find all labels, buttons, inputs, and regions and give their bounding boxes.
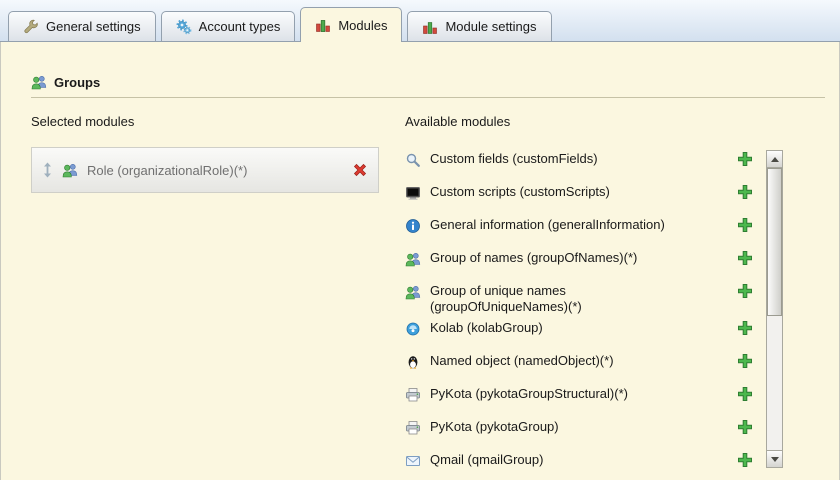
tab-label: Module settings xyxy=(445,19,537,34)
tab-modules[interactable]: Modules xyxy=(300,7,403,42)
available-module-row: Group of unique names (groupOfUniqueName… xyxy=(405,279,753,316)
available-module-row: Kolab (kolabGroup) xyxy=(405,316,753,349)
available-module-row: PyKota (pykotaGroup) xyxy=(405,415,753,448)
terminal-icon xyxy=(405,185,421,201)
available-modules-heading: Available modules xyxy=(405,114,511,129)
module-label: Group of unique names (groupOfUniqueName… xyxy=(430,283,582,315)
available-module-row: Group of names (groupOfNames)(*) xyxy=(405,246,753,279)
available-module-row: Qmail (qmailGroup) xyxy=(405,448,753,481)
tab-label: Account types xyxy=(198,19,281,34)
groups-section-header: Groups xyxy=(31,74,825,98)
tab-label: General settings xyxy=(46,19,141,34)
modules-icon xyxy=(315,17,331,33)
available-module-row: Custom scripts (customScripts) xyxy=(405,180,753,213)
mail-icon xyxy=(405,453,421,469)
add-module-button[interactable] xyxy=(737,320,753,336)
module-label: Custom fields (customFields) xyxy=(430,151,598,166)
group-icon xyxy=(31,74,47,90)
content-panel: Groups Selected modules Role (organizati… xyxy=(0,42,840,480)
tab-bar: General settings Account types Modules M… xyxy=(0,0,840,42)
gears-icon xyxy=(176,19,192,35)
selected-module-row[interactable]: Role (organizationalRole)(*) xyxy=(31,147,379,193)
arrow-up-icon xyxy=(770,156,779,162)
magnifier-icon xyxy=(405,152,421,168)
module-label: PyKota (pykotaGroupStructural)(*) xyxy=(430,385,628,401)
selected-modules-heading: Selected modules xyxy=(31,114,135,129)
module-label: Kolab (kolabGroup) xyxy=(430,319,543,335)
section-title: Groups xyxy=(54,74,101,90)
available-module-row: PyKota (pykotaGroupStructural)(*) xyxy=(405,382,753,415)
penguin-icon xyxy=(405,354,421,370)
available-module-row: General information (generalInformation) xyxy=(405,213,753,246)
printer-icon xyxy=(405,420,421,436)
available-modules-list: Custom fields (customFields) Custom scri… xyxy=(405,147,783,481)
add-module-button[interactable] xyxy=(737,151,753,167)
module-label: PyKota (pykotaGroup) xyxy=(430,418,559,434)
module-label: Named object (namedObject)(*) xyxy=(430,352,614,368)
modules-icon xyxy=(422,19,438,35)
drag-handle-icon[interactable] xyxy=(42,162,53,178)
available-module-row: Custom fields (customFields) xyxy=(405,147,753,180)
scroll-down-button[interactable] xyxy=(767,450,782,467)
selected-module-label: Role (organizationalRole)(*) xyxy=(87,162,248,178)
module-label: General information (generalInformation) xyxy=(430,217,665,232)
add-module-button[interactable] xyxy=(737,419,753,435)
printer-icon xyxy=(405,387,421,403)
scroll-up-button[interactable] xyxy=(767,151,782,168)
tab-general-settings[interactable]: General settings xyxy=(8,11,156,41)
add-module-button[interactable] xyxy=(737,250,753,266)
wrench-icon xyxy=(23,19,39,35)
tab-label: Modules xyxy=(338,17,388,33)
add-module-button[interactable] xyxy=(737,353,753,369)
add-module-button[interactable] xyxy=(737,184,753,200)
group-icon xyxy=(62,162,78,178)
arrow-down-icon xyxy=(770,456,779,462)
add-module-button[interactable] xyxy=(737,386,753,402)
module-label: Group of names (groupOfNames)(*) xyxy=(430,250,638,265)
add-module-button[interactable] xyxy=(737,217,753,233)
scrollbar[interactable] xyxy=(766,150,783,468)
kolab-icon xyxy=(405,321,421,337)
scroll-thumb[interactable] xyxy=(767,168,782,316)
group-icon xyxy=(405,251,421,267)
available-module-row: Named object (namedObject)(*) xyxy=(405,349,753,382)
add-module-button[interactable] xyxy=(737,283,753,299)
add-module-button[interactable] xyxy=(737,452,753,468)
module-label: Qmail (qmailGroup) xyxy=(430,451,544,467)
info-icon xyxy=(405,218,421,234)
module-label: Custom scripts (customScripts) xyxy=(430,184,610,199)
group-icon xyxy=(405,284,421,300)
tab-module-settings[interactable]: Module settings xyxy=(407,11,552,41)
delete-module-button[interactable] xyxy=(352,162,368,178)
tab-account-types[interactable]: Account types xyxy=(160,11,296,41)
